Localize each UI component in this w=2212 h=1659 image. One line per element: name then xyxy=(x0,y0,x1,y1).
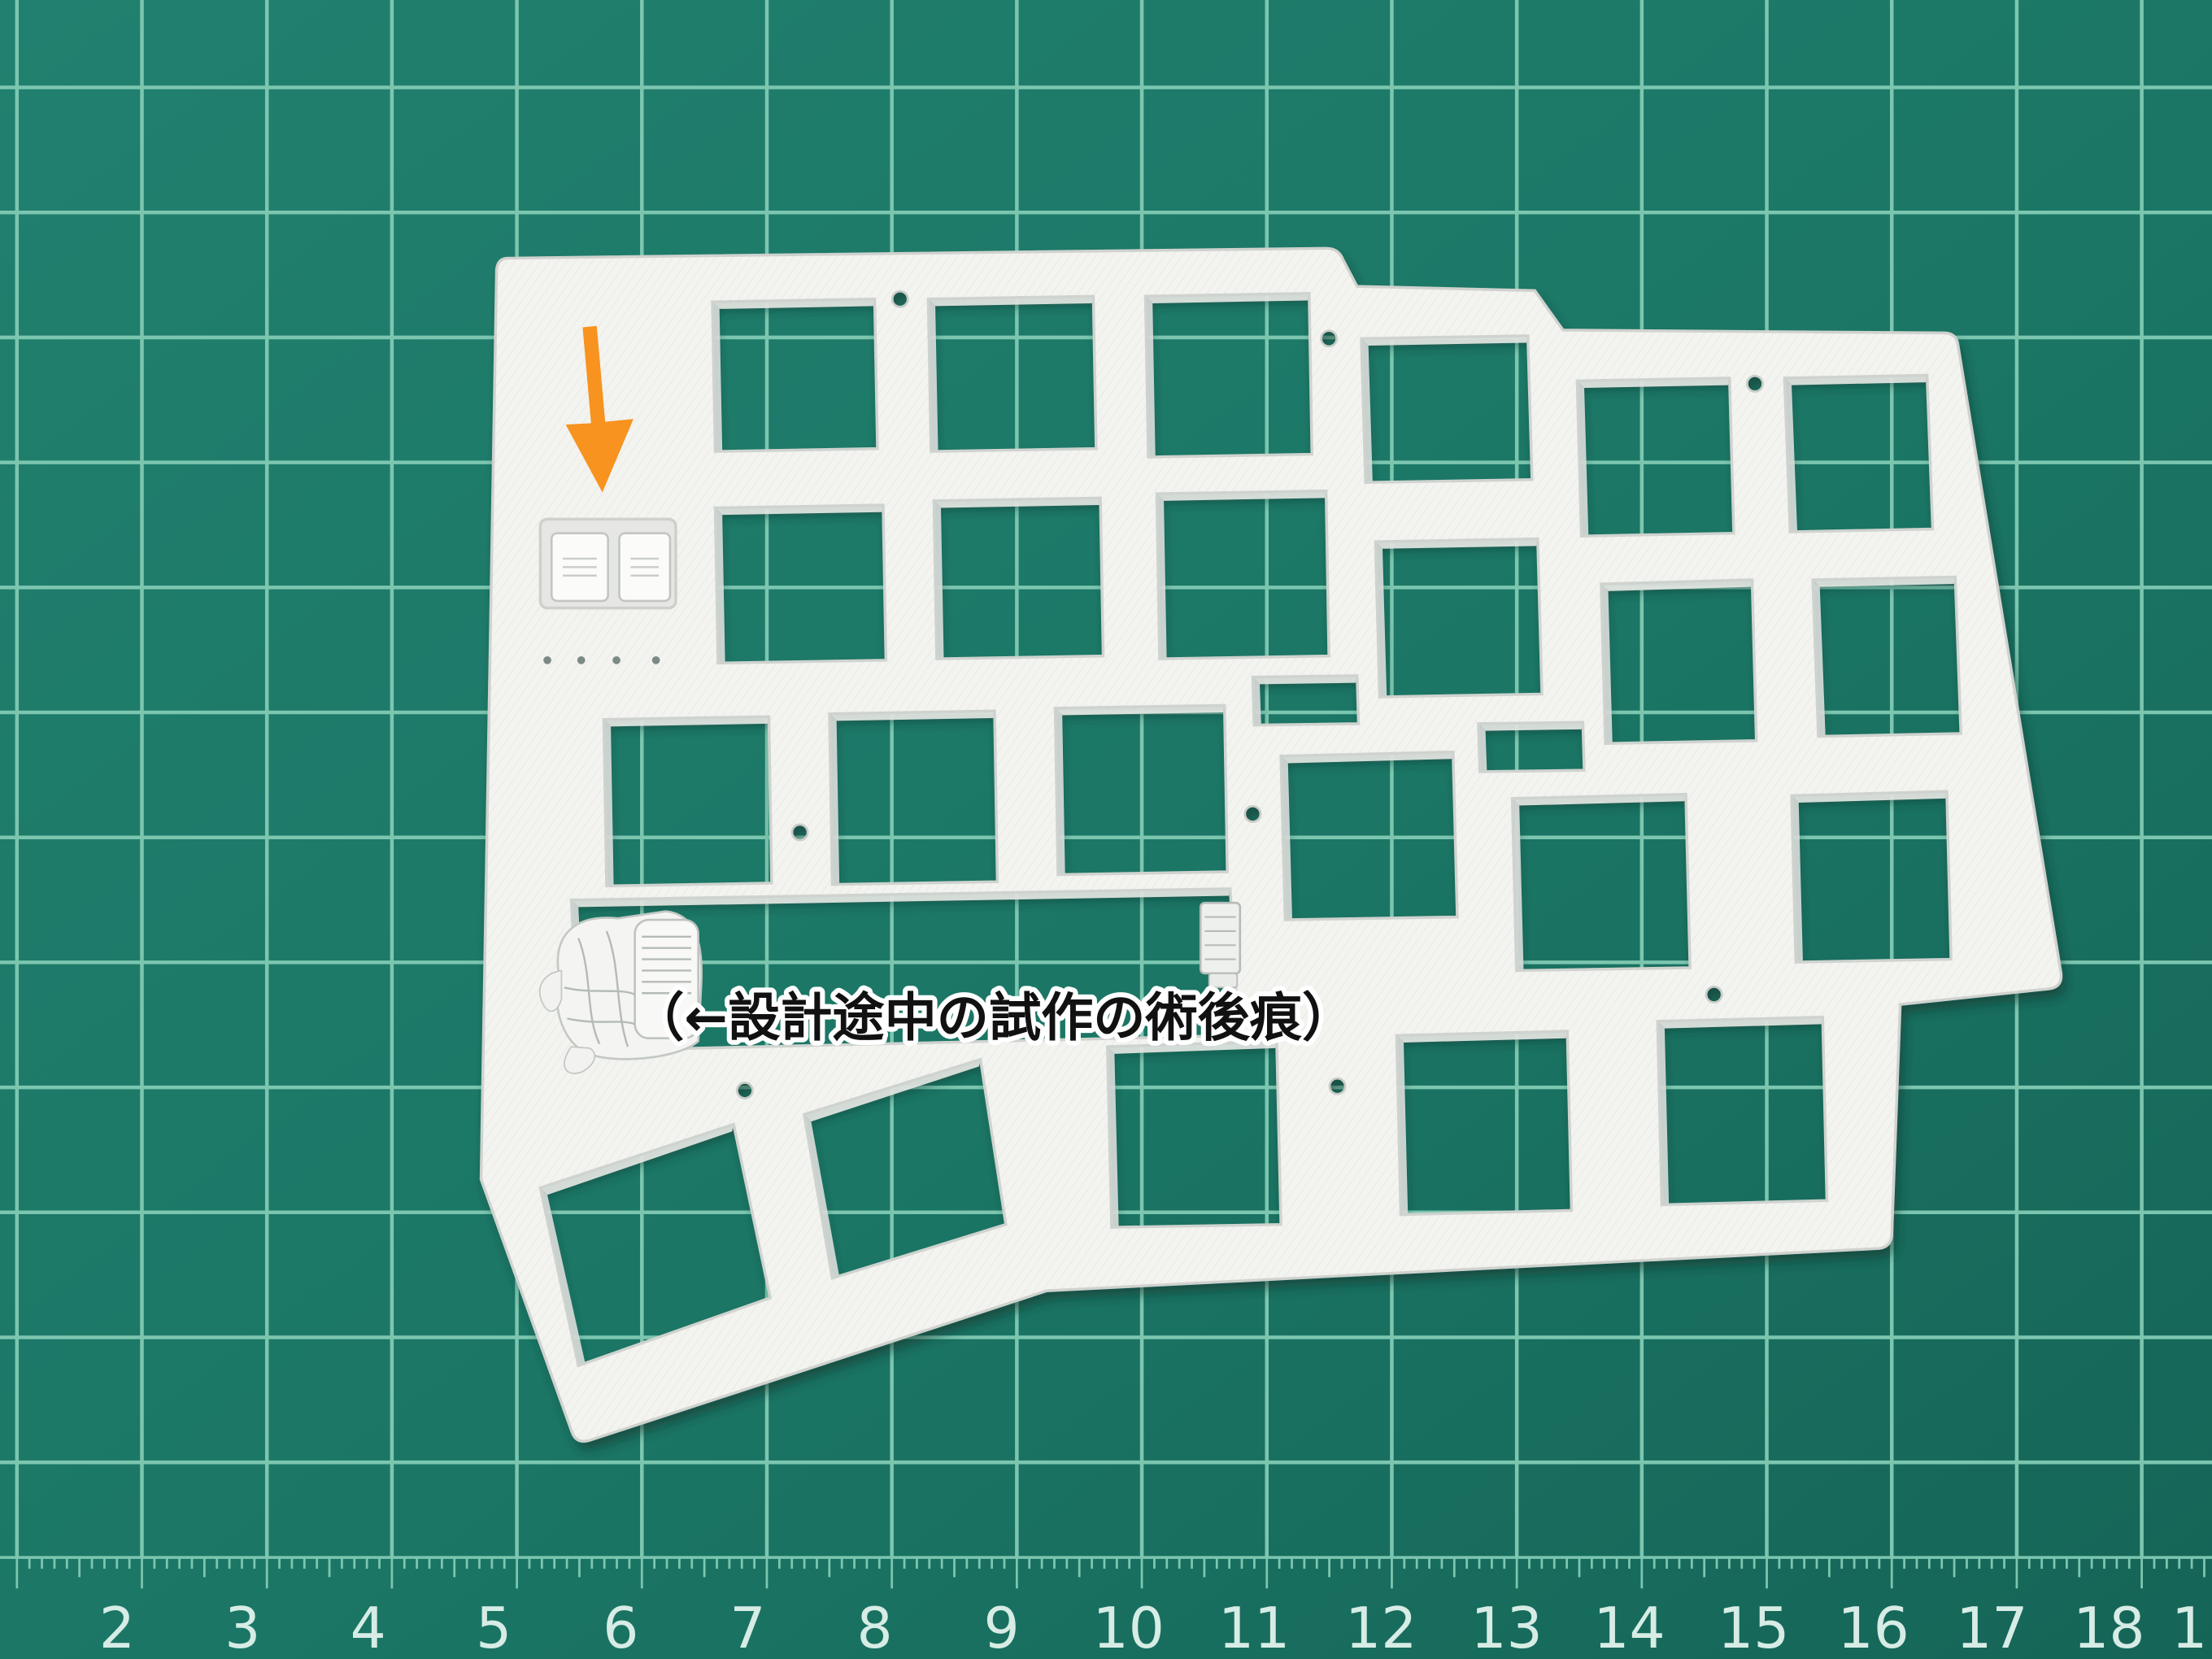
ruler-label: 1 xyxy=(2171,1596,2207,1659)
ruler-label: 17 xyxy=(1956,1596,2027,1659)
ruler-label: 5 xyxy=(476,1596,512,1659)
ruler-label: 10 xyxy=(1093,1596,1165,1659)
annotation-text: （←設計途中の試作の術後痕） xyxy=(632,987,1354,1048)
pin-hole xyxy=(651,655,660,664)
ruler-label: 11 xyxy=(1218,1596,1290,1659)
ruler-label: 9 xyxy=(984,1596,1020,1659)
ruler-label: 12 xyxy=(1345,1596,1417,1659)
pin-hole xyxy=(612,655,620,664)
photo: 2 3 4 5 6 7 8 9 10 11 12 13 14 15 16 17 … xyxy=(0,0,2212,1659)
ruler-label: 14 xyxy=(1593,1596,1665,1659)
residue-component-foot xyxy=(1208,973,1239,989)
pin-hole xyxy=(543,655,551,664)
ruler-label: 8 xyxy=(856,1596,892,1659)
ruler-label: 18 xyxy=(2073,1596,2145,1659)
ruler-label: 15 xyxy=(1718,1596,1789,1659)
ruler-label: 6 xyxy=(603,1596,638,1659)
ruler-label: 16 xyxy=(1838,1596,1909,1659)
ruler-label: 2 xyxy=(99,1596,135,1659)
ruler-label: 7 xyxy=(729,1596,765,1659)
photo-canvas: 2 3 4 5 6 7 8 9 10 11 12 13 14 15 16 17 … xyxy=(0,0,2212,1659)
pin-hole xyxy=(577,655,586,664)
residue-component-body xyxy=(1199,901,1242,975)
ruler-label: 13 xyxy=(1471,1596,1543,1659)
ruler-label: 3 xyxy=(224,1596,260,1659)
ruler-label: 4 xyxy=(351,1596,386,1659)
switch-recess xyxy=(538,517,677,610)
